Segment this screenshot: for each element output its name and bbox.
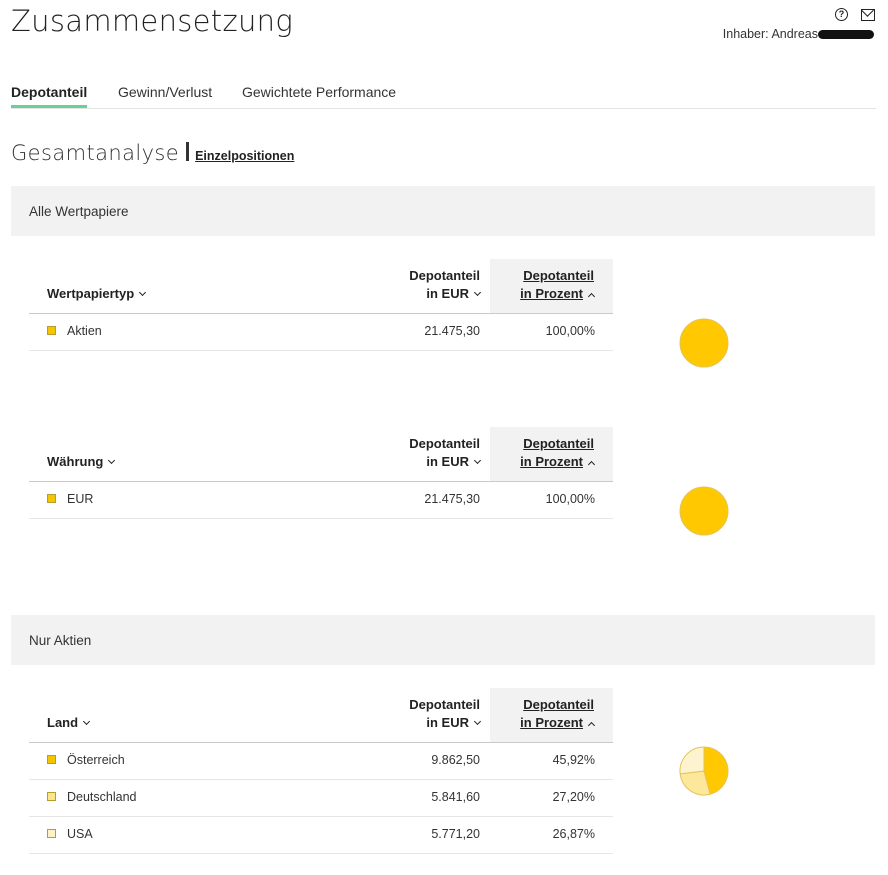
row-label: Aktien	[67, 324, 102, 338]
chevron-down-icon	[473, 288, 482, 297]
chevron-up-icon	[587, 721, 596, 730]
mail-icon[interactable]	[861, 9, 875, 21]
col-header-amount[interactable]: Depotanteil in EUR	[409, 696, 482, 732]
row-amount: 5.841,60	[431, 790, 480, 804]
pie-chart-security-type	[679, 318, 729, 368]
chevron-up-icon	[587, 460, 596, 469]
row-divider	[29, 853, 613, 854]
einzelpositionen-link[interactable]: Einzelpositionen	[195, 149, 294, 163]
legend-swatch	[47, 494, 56, 503]
pie-slice	[679, 746, 705, 775]
col-header-percent[interactable]: Depotanteil in Prozent	[520, 696, 596, 732]
tab-depotanteil[interactable]: Depotanteil	[11, 84, 88, 108]
row-amount: 9.862,50	[431, 753, 480, 767]
row-divider	[29, 350, 613, 351]
chevron-down-icon	[139, 288, 147, 297]
legend-swatch	[47, 326, 56, 335]
chevron-up-icon	[587, 292, 596, 301]
row-label: USA	[67, 827, 93, 841]
row-percent: 100,00%	[545, 324, 595, 338]
row-percent: 26,87%	[552, 827, 595, 841]
row-amount: 21.475,30	[424, 492, 480, 506]
row-label: Österreich	[67, 753, 125, 767]
legend-swatch	[47, 792, 56, 801]
pie-chart-country	[679, 746, 729, 796]
help-circle-icon[interactable]: ?	[835, 8, 848, 21]
header-divider	[29, 313, 613, 314]
row-divider	[29, 816, 613, 817]
header-divider	[29, 481, 613, 482]
col-header-amount[interactable]: Depotanteil in EUR	[409, 435, 482, 471]
row-percent: 100,00%	[545, 492, 595, 506]
tab-gewichtete-performance[interactable]: Gewichtete Performance	[242, 84, 396, 100]
row-label: Deutschland	[67, 790, 137, 804]
page-title: Zusammensetzung	[11, 4, 294, 38]
pie-slice	[679, 318, 729, 368]
legend-swatch	[47, 829, 56, 838]
row-amount: 5.771,20	[431, 827, 480, 841]
row-percent: 45,92%	[552, 753, 595, 767]
col-header-land[interactable]: Land	[47, 714, 91, 732]
owner-info: Inhaber: Andreas	[723, 27, 874, 41]
row-divider	[29, 518, 613, 519]
chevron-down-icon	[83, 717, 91, 726]
top-icons: ?	[835, 8, 875, 21]
row-divider	[29, 779, 613, 780]
chevron-down-icon	[473, 717, 482, 726]
chevron-down-icon	[473, 456, 482, 465]
col-header-percent[interactable]: Depotanteil in Prozent	[520, 435, 596, 471]
band-shares-label: Nur Aktien	[29, 633, 92, 648]
owner-label: Inhaber:	[722, 27, 769, 41]
band-all-securities: Alle Wertpapiere	[11, 186, 875, 236]
row-amount: 21.475,30	[424, 324, 480, 338]
col-header-percent[interactable]: Depotanteil in Prozent	[520, 267, 596, 303]
heading-divider	[186, 142, 190, 161]
col-header-wertpapiertyp[interactable]: Wertpapiertyp	[47, 285, 147, 303]
legend-swatch	[47, 755, 56, 764]
col-header-amount[interactable]: Depotanteil in EUR	[409, 267, 482, 303]
owner-name: Andreas	[771, 27, 818, 41]
pie-slice	[679, 486, 729, 536]
pie-chart-currency	[679, 486, 729, 536]
band-all-label: Alle Wertpapiere	[29, 204, 129, 219]
header-divider	[29, 742, 613, 743]
analysis-title: Gesamtanalyse	[11, 141, 180, 165]
chevron-down-icon	[108, 456, 116, 465]
row-percent: 27,20%	[552, 790, 595, 804]
redaction-mark	[818, 30, 874, 40]
tab-gewinn-verlust[interactable]: Gewinn/Verlust	[118, 84, 212, 100]
col-header-waehrung[interactable]: Währung	[47, 453, 116, 471]
tab-bar: Depotanteil Gewinn/Verlust Gewichtete Pe…	[11, 84, 876, 109]
band-shares-only: Nur Aktien	[11, 615, 875, 665]
row-label: EUR	[67, 492, 94, 506]
analysis-heading: Gesamtanalyse Einzelpositionen	[11, 141, 294, 165]
